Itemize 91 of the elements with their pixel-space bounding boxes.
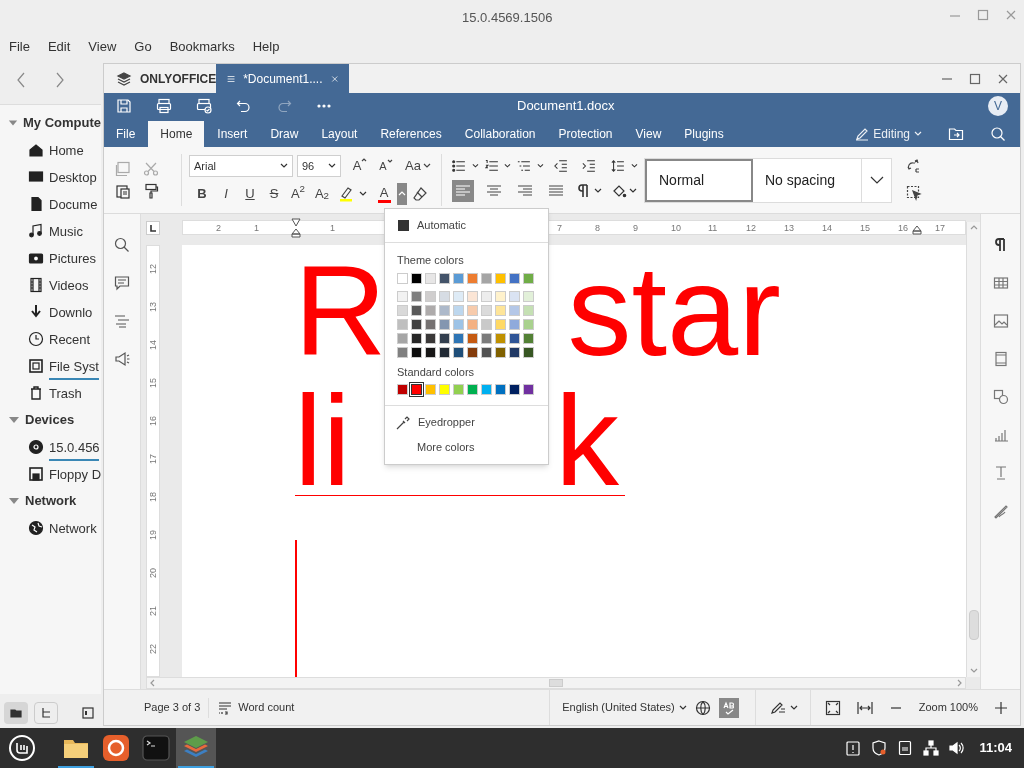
ruler-number: 16: [898, 222, 908, 234]
eyedropper-option[interactable]: Eyedropper: [418, 414, 475, 431]
font-name-field[interactable]: Arial: [189, 155, 293, 177]
ruler-number: 9: [633, 222, 638, 234]
format-button[interactable]: A$_{2}$: [311, 183, 333, 205]
word-count-button[interactable]: Word count: [218, 699, 295, 716]
ruler-number: 2: [216, 222, 221, 234]
ribbon-tab[interactable]: Collaboration: [454, 121, 546, 147]
ribbon-tab[interactable]: File: [106, 121, 146, 147]
change-case-button[interactable]: Aa: [405, 155, 431, 177]
sidebar-item[interactable]: Recent: [49, 331, 91, 347]
ruler-number: 12: [149, 264, 158, 274]
font-color-button[interactable]: A: [373, 183, 395, 205]
sidebar-item[interactable]: Home: [49, 142, 84, 158]
font-size-field[interactable]: 96: [297, 155, 341, 177]
menu-item[interactable]: Help: [243, 37, 289, 57]
page-indicator[interactable]: Page 3 of 3: [144, 697, 210, 718]
format-button[interactable]: S: [263, 183, 285, 205]
sidebar-item[interactable]: Trash: [49, 385, 82, 401]
clock[interactable]: 11:04: [979, 738, 1012, 758]
language-button[interactable]: English (United States): [562, 699, 687, 716]
menu-item[interactable]: Bookmarks: [160, 37, 244, 57]
ruler-number: 12: [746, 222, 756, 234]
style-preset[interactable]: Normal: [645, 158, 753, 202]
ruler-number: 17: [149, 454, 158, 464]
menu-item[interactable]: Go: [125, 37, 161, 57]
increase-font-size-button[interactable]: A: [349, 155, 371, 177]
ruler-number: 11: [708, 222, 718, 234]
ruler-number: 22: [149, 644, 158, 654]
ruler-number: 15: [860, 222, 870, 234]
sidebar-item[interactable]: Music: [49, 223, 83, 239]
menu-item[interactable]: File: [0, 37, 39, 57]
sidebar-item[interactable]: Downlo: [49, 304, 93, 320]
ruler-number: 14: [822, 222, 832, 234]
document-text: li: [294, 377, 351, 505]
ribbon-tab[interactable]: Home: [148, 121, 205, 147]
sidebar-item[interactable]: File Syst: [49, 358, 99, 374]
sidebar-section[interactable]: Devices: [25, 409, 75, 430]
ruler-number: 1: [254, 222, 259, 234]
ruler-number: 7: [557, 222, 562, 234]
window-title: 15.0.4569.1506: [462, 9, 553, 27]
ruler-number: 1: [330, 222, 335, 234]
format-button[interactable]: U: [239, 183, 261, 205]
ruler-number: 15: [149, 378, 158, 388]
menu-item[interactable]: View: [79, 37, 126, 57]
ruler-number: 17: [935, 222, 945, 234]
ribbon-tab[interactable]: References: [370, 121, 452, 147]
section-label: Theme colors: [397, 253, 465, 268]
sidebar-item[interactable]: Desktop: [49, 169, 97, 185]
app-tab[interactable]: *Document1....: [216, 64, 349, 93]
user-avatar[interactable]: V: [988, 96, 1008, 116]
sidebar-item[interactable]: Floppy D: [49, 466, 101, 482]
document-text: R: [294, 247, 387, 375]
ruler-number: 13: [784, 222, 794, 234]
menu-item[interactable]: Edit: [38, 37, 80, 57]
document-text: k: [554, 377, 619, 505]
sidebar-item[interactable]: Network: [49, 520, 97, 536]
ribbon-tab[interactable]: View: [625, 121, 672, 147]
sidebar-item[interactable]: 15.0.456: [49, 439, 100, 455]
sidebar-item[interactable]: Videos: [49, 277, 89, 293]
format-button[interactable]: B: [191, 183, 213, 205]
ribbon-tab[interactable]: Protection: [548, 121, 623, 147]
ruler-number: 8: [595, 222, 600, 234]
document-text: star: [567, 247, 781, 375]
more-colors-option[interactable]: More colors: [417, 439, 475, 456]
ruler-number: 16: [149, 416, 158, 426]
ruler-number: 18: [149, 492, 158, 502]
ruler-number: 13: [149, 302, 158, 312]
style-preset[interactable]: No spacing: [753, 158, 861, 202]
ribbon-tab[interactable]: Layout: [311, 121, 368, 147]
decrease-font-size-button[interactable]: A: [375, 155, 397, 177]
ruler-number: 20: [149, 568, 158, 578]
app-tab[interactable]: ONLYOFFICE: [104, 64, 216, 93]
ruler-number: 14: [149, 340, 158, 350]
ruler-number: 21: [149, 606, 158, 616]
format-button[interactable]: I: [215, 183, 237, 205]
section-label: Standard colors: [397, 364, 476, 380]
sidebar-section[interactable]: Network: [25, 490, 77, 511]
automatic-color-option[interactable]: Automatic: [417, 217, 466, 234]
zoom-level[interactable]: Zoom 100%: [918, 699, 978, 716]
format-button[interactable]: A$^{2}$: [287, 183, 309, 205]
ribbon-tab[interactable]: Plugins: [674, 121, 734, 147]
editing-mode-button[interactable]: Editing: [855, 125, 922, 143]
sidebar-section[interactable]: My Compute: [23, 112, 101, 133]
ribbon-tab[interactable]: Insert: [207, 121, 258, 147]
document-title: Document1.docx: [517, 97, 615, 116]
sidebar-item[interactable]: Pictures: [49, 250, 96, 266]
ruler-number: 10: [671, 222, 681, 234]
sidebar-item[interactable]: Docume: [49, 196, 98, 212]
ribbon-tab[interactable]: Draw: [260, 121, 309, 147]
ruler-number: 19: [149, 530, 158, 540]
